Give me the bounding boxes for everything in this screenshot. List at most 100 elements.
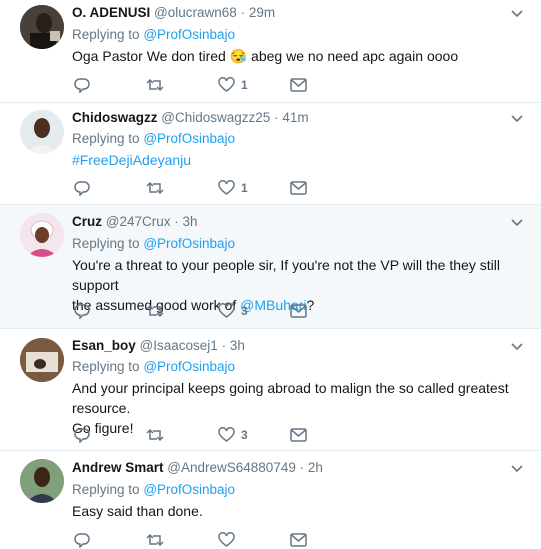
like-icon bbox=[218, 303, 235, 319]
tweet-text: Easy said than done. bbox=[72, 501, 522, 521]
chevron-down-icon[interactable] bbox=[511, 343, 523, 351]
like-button[interactable]: 3 bbox=[218, 302, 248, 320]
retweet-button[interactable] bbox=[146, 531, 164, 549]
author-handle[interactable]: @olucrawn68 bbox=[154, 5, 237, 20]
timestamp[interactable]: 2h bbox=[308, 460, 323, 475]
text-segment: Oga Pastor We don tired bbox=[72, 48, 230, 64]
retweet-icon bbox=[146, 303, 164, 319]
author-handle[interactable]: @Isaacosej1 bbox=[140, 338, 218, 353]
separator: · bbox=[174, 214, 179, 229]
separator: · bbox=[274, 110, 279, 125]
tweet-header: Andrew Smart @AndrewS64880749 · 2h bbox=[72, 460, 323, 475]
separator: · bbox=[240, 5, 246, 20]
text-line: And your principal keeps going abroad to… bbox=[72, 380, 509, 416]
reply-button[interactable] bbox=[74, 179, 90, 197]
tweet-actions bbox=[72, 531, 332, 549]
like-icon bbox=[218, 180, 235, 196]
chevron-down-icon[interactable] bbox=[511, 10, 523, 18]
like-button[interactable] bbox=[218, 531, 235, 549]
tweet-header: Esan_boy @Isaacosej1 · 3h bbox=[72, 338, 245, 353]
tweet-isaacosej1[interactable]: Esan_boy @Isaacosej1 · 3h Replying to @P… bbox=[0, 329, 541, 451]
like-button[interactable]: 3 bbox=[218, 426, 248, 444]
separator: · bbox=[221, 338, 227, 353]
like-icon bbox=[218, 77, 235, 93]
reply-icon bbox=[74, 180, 90, 196]
direct-message-button[interactable] bbox=[290, 76, 307, 94]
tweet-247crux[interactable]: Cruz @247Crux · 3h Replying to @ProfOsin… bbox=[0, 205, 541, 329]
message-icon bbox=[290, 533, 307, 547]
author-handle[interactable]: @Chidoswagzz25 bbox=[161, 110, 270, 125]
replying-to: Replying to @ProfOsinbajo bbox=[72, 359, 235, 374]
mention-link[interactable]: @ProfOsinbajo bbox=[143, 27, 235, 42]
avatar[interactable] bbox=[20, 5, 64, 49]
reply-icon bbox=[74, 427, 90, 443]
direct-message-button[interactable] bbox=[290, 179, 307, 197]
timestamp[interactable]: 41m bbox=[282, 110, 308, 125]
author-name[interactable]: O. ADENUSI bbox=[72, 5, 150, 20]
like-icon bbox=[218, 532, 235, 548]
author-name[interactable]: Chidoswagzz bbox=[72, 110, 158, 125]
replying-label: Replying to bbox=[72, 359, 140, 374]
like-count: 1 bbox=[241, 181, 248, 195]
chevron-down-icon[interactable] bbox=[511, 465, 523, 473]
author-name[interactable]: Andrew Smart bbox=[72, 460, 164, 475]
like-count: 3 bbox=[241, 428, 248, 442]
author-name[interactable]: Esan_boy bbox=[72, 338, 136, 353]
mention-link[interactable]: @ProfOsinbajo bbox=[143, 482, 235, 497]
retweet-icon bbox=[146, 180, 164, 196]
direct-message-button[interactable] bbox=[290, 531, 307, 549]
avatar[interactable] bbox=[20, 110, 64, 154]
replying-to: Replying to @ProfOsinbajo bbox=[72, 131, 235, 146]
retweet-icon bbox=[146, 77, 164, 93]
tweet-andrews64880749[interactable]: Andrew Smart @AndrewS64880749 · 2h Reply… bbox=[0, 451, 541, 548]
mention-link[interactable]: @ProfOsinbajo bbox=[143, 359, 235, 374]
like-button[interactable]: 1 bbox=[218, 76, 248, 94]
chevron-down-icon[interactable] bbox=[511, 115, 523, 123]
timestamp[interactable]: 29m bbox=[249, 5, 275, 20]
replying-to: Replying to @ProfOsinbajo bbox=[72, 27, 235, 42]
timestamp[interactable]: 3h bbox=[183, 214, 198, 229]
author-name[interactable]: Cruz bbox=[72, 214, 102, 229]
chevron-down-icon[interactable] bbox=[511, 219, 523, 227]
tweet-text: Oga Pastor We don tired 😪 abeg we no nee… bbox=[72, 46, 522, 66]
separator: · bbox=[299, 460, 305, 475]
reply-icon bbox=[74, 532, 90, 548]
replying-to: Replying to @ProfOsinbajo bbox=[72, 482, 235, 497]
message-icon bbox=[290, 181, 307, 195]
tweet-text: #FreeDejiAdeyanju bbox=[72, 150, 522, 170]
retweet-button[interactable] bbox=[146, 426, 164, 444]
author-handle[interactable]: @247Crux bbox=[106, 214, 171, 229]
tweet-chidoswagzz25[interactable]: Chidoswagzz @Chidoswagzz25 · 41m Replyin… bbox=[0, 103, 541, 205]
direct-message-button[interactable] bbox=[290, 426, 307, 444]
retweet-button[interactable] bbox=[146, 179, 164, 197]
avatar[interactable] bbox=[20, 213, 64, 257]
retweet-button[interactable] bbox=[146, 302, 164, 320]
tweet-olucrawn68[interactable]: O. ADENUSI @olucrawn68 · 29m Replying to… bbox=[0, 0, 541, 103]
tweet-actions: 3 bbox=[72, 302, 332, 320]
direct-message-button[interactable] bbox=[290, 302, 307, 320]
reply-icon bbox=[74, 303, 90, 319]
hashtag-link[interactable]: #FreeDejiAdeyanju bbox=[72, 152, 191, 168]
tweet-actions: 1 bbox=[72, 76, 332, 94]
timestamp[interactable]: 3h bbox=[230, 338, 245, 353]
author-handle[interactable]: @AndrewS64880749 bbox=[167, 460, 296, 475]
mention-link[interactable]: @ProfOsinbajo bbox=[143, 236, 235, 251]
reply-button[interactable] bbox=[74, 302, 90, 320]
tweet-header: O. ADENUSI @olucrawn68 · 29m bbox=[72, 5, 275, 20]
emoji: 😪 bbox=[229, 48, 248, 64]
reply-button[interactable] bbox=[74, 531, 90, 549]
like-button[interactable]: 1 bbox=[218, 179, 248, 197]
text-segment: Easy said than done. bbox=[72, 503, 203, 519]
reply-button[interactable] bbox=[74, 76, 90, 94]
text-segment: abeg we no need apc again oooo bbox=[247, 48, 459, 64]
message-icon bbox=[290, 304, 307, 318]
avatar[interactable] bbox=[20, 459, 64, 503]
reply-button[interactable] bbox=[74, 426, 90, 444]
replying-label: Replying to bbox=[72, 27, 140, 42]
replying-label: Replying to bbox=[72, 236, 140, 251]
avatar[interactable] bbox=[20, 338, 64, 382]
reply-icon bbox=[74, 77, 90, 93]
retweet-icon bbox=[146, 532, 164, 548]
retweet-button[interactable] bbox=[146, 76, 164, 94]
mention-link[interactable]: @ProfOsinbajo bbox=[143, 131, 235, 146]
